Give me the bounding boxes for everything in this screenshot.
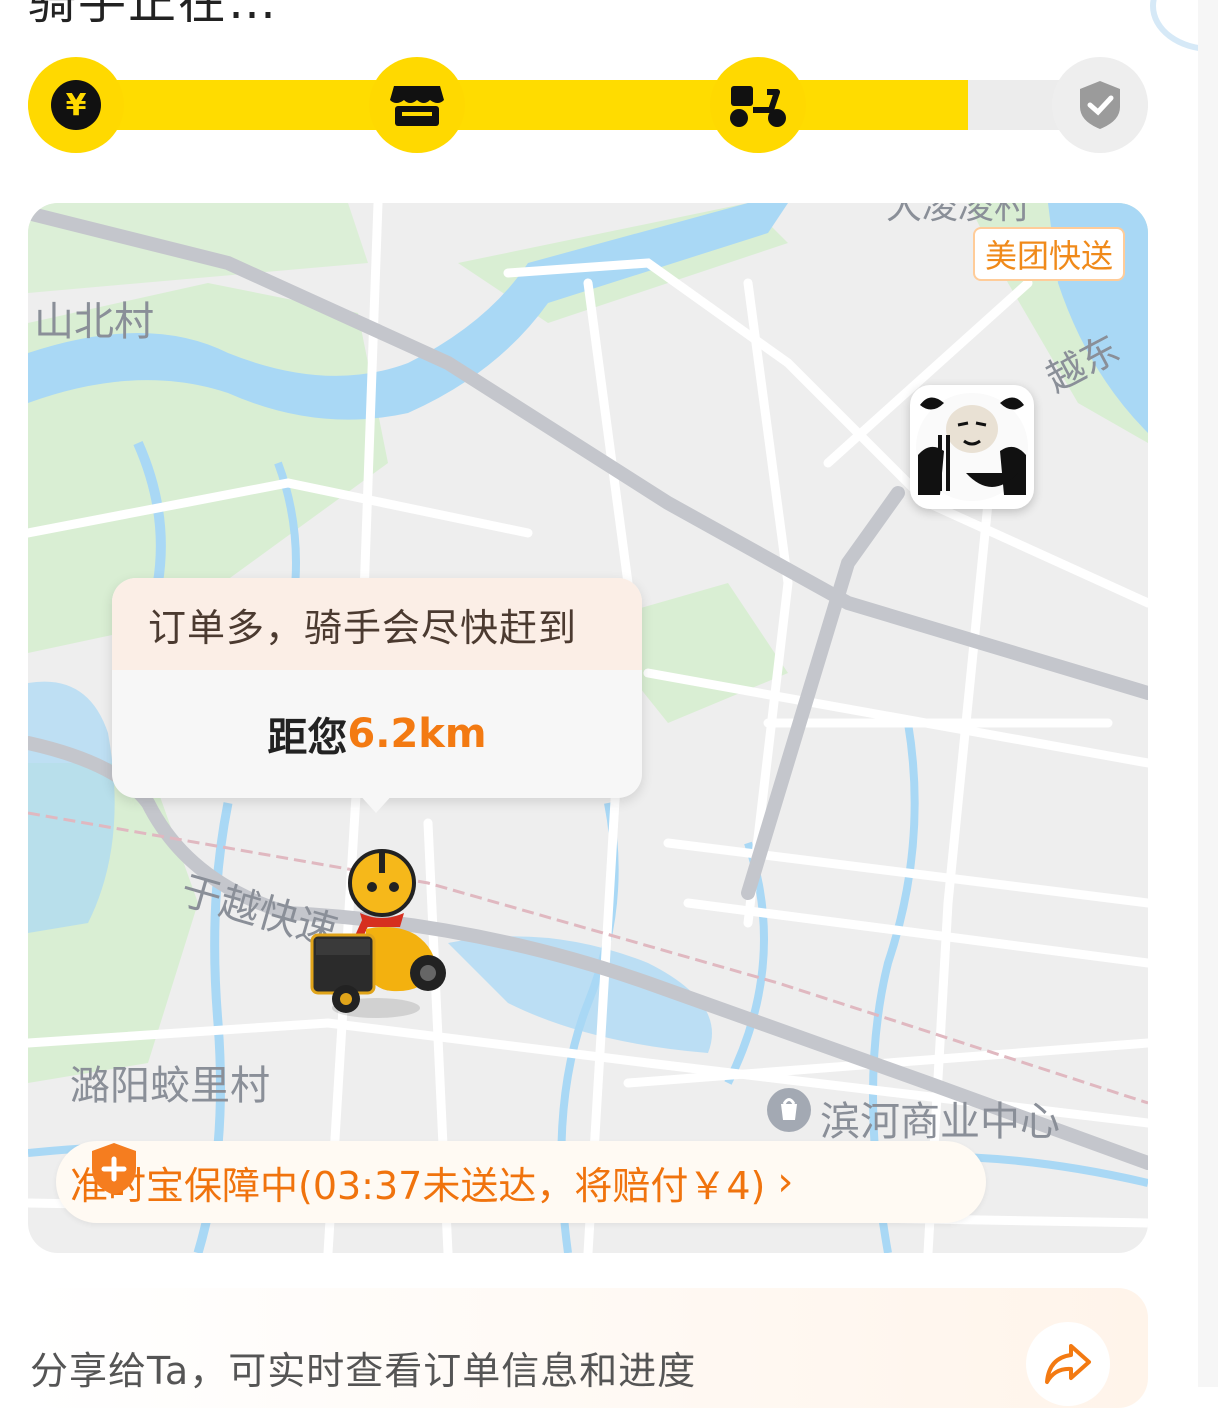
share-button[interactable] [1026,1322,1110,1406]
share-arrow-icon [1045,1344,1091,1384]
step-store [369,57,465,153]
guarantee-text: 准时宝保障中(03:37未送达，将赔付￥4) [70,1163,766,1208]
place-label-business-center: 滨河商业中心 [820,1099,1060,1145]
check-circle-icon [1080,81,1120,129]
place-label-upper: 大凌凌村 [886,203,1031,227]
chevron-right-icon: › [777,1159,794,1205]
distance-prefix: 距您 [267,715,348,761]
rider-status-bubble: 订单多，骑手会尽快赶到 距您 6.2km [112,578,642,798]
yuan-coin-icon: ¥ [51,80,101,130]
place-label-north-village: 山北村 [34,299,154,345]
ontime-guarantee-banner[interactable]: 准时宝保障中(03:37未送达，将赔付￥4) › [56,1141,986,1223]
store-icon [390,86,444,126]
destination-avatar[interactable] [910,385,1034,509]
rider-mascot-icon [310,849,446,1018]
step-paid: ¥ [28,57,124,153]
progress-fill [28,80,968,130]
right-scroll-strip [1198,0,1218,1387]
bubble-tail [358,793,394,813]
step-delivering [710,57,806,153]
distance-value: 6.2km [347,711,487,757]
place-label-south-village: 潞阳蛟里村 [70,1063,270,1109]
rider-scooter-icon [730,86,786,127]
place-pin-icon [766,1087,812,1133]
rider-marker[interactable] [306,843,456,1023]
service-badge: 美团快送 [973,227,1126,281]
distance-line: 距您 6.2km [112,670,642,798]
rider-status-text: 订单多，骑手会尽快赶到 [112,578,642,670]
panda-avatar-icon [916,393,1028,501]
step-delivered [1052,57,1148,153]
delivery-map[interactable]: 美团快送 山北村 大凌凌村 越东 于越快速 潞阳蛟里村 滨河商业中心 订单多，骑… [28,203,1148,1253]
shield-plus-icon [92,1143,136,1195]
header-partial-text: 骑手正在… [28,0,279,30]
